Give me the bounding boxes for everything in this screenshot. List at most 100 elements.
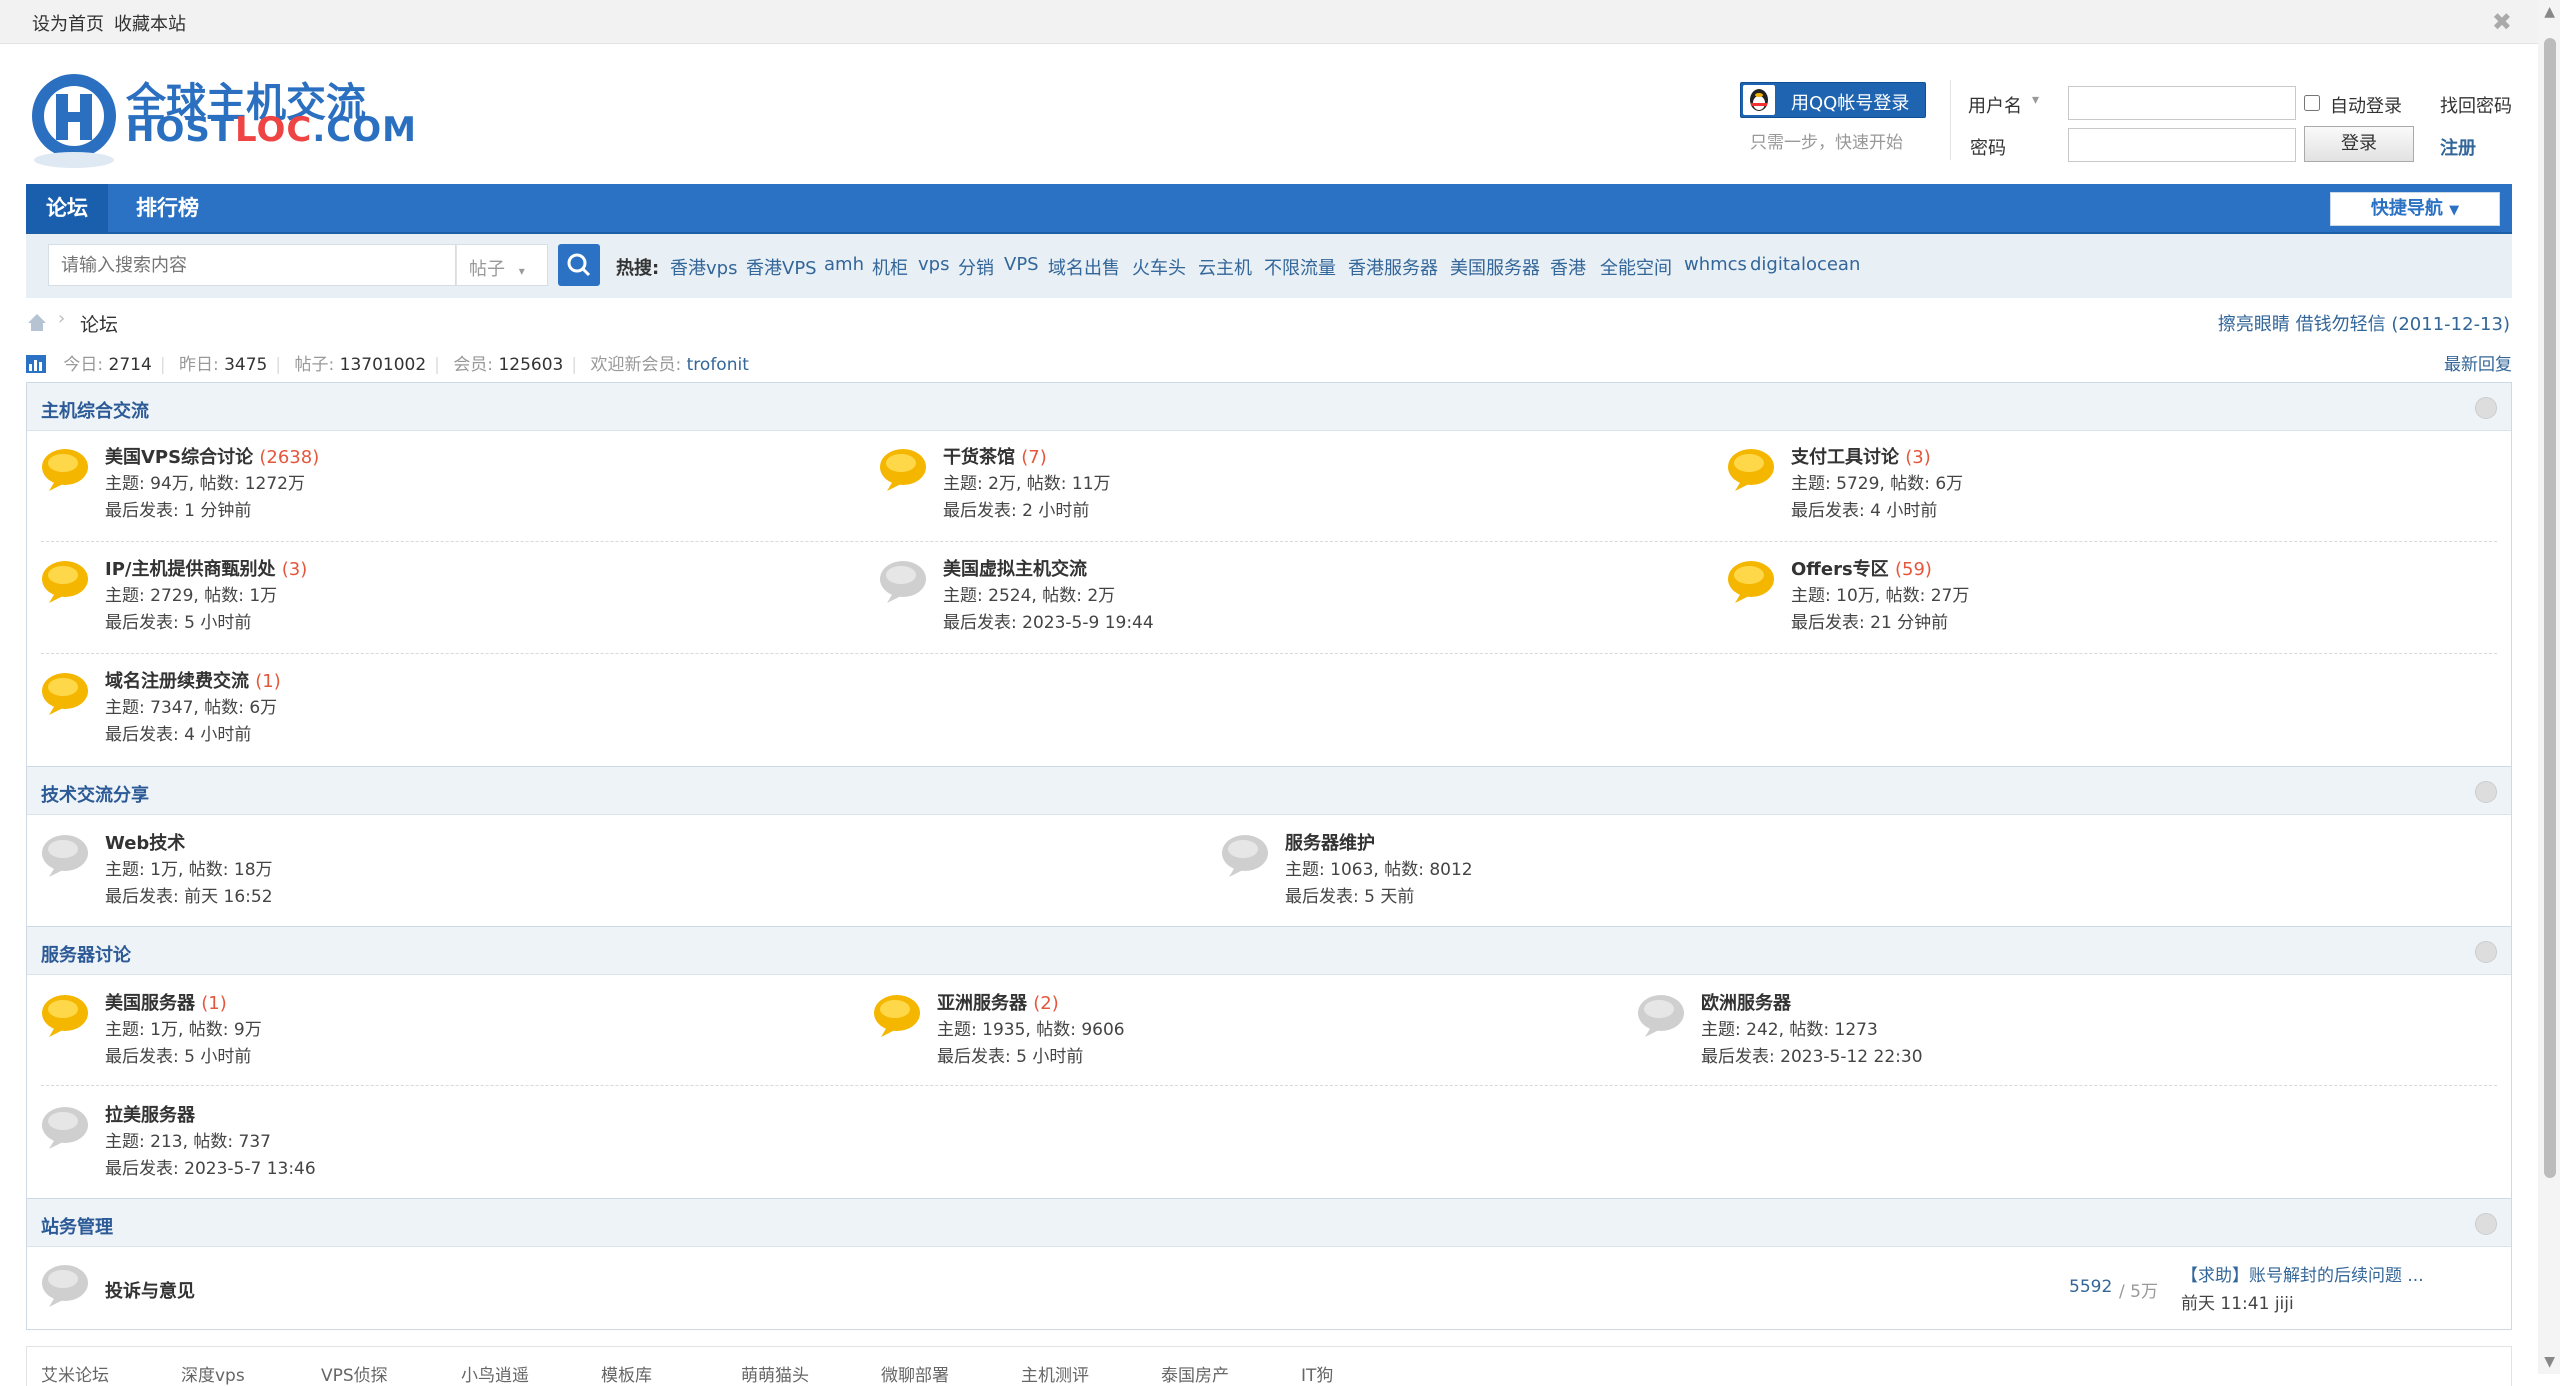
hot-search-link[interactable]: 香港服务器	[1348, 254, 1438, 280]
forum-item[interactable]: 服务器维护 主题: 1063, 帖数: 8012 最后发表: 5 天前	[1221, 829, 1821, 919]
latest-reply-link[interactable]: 最新回复	[2444, 350, 2512, 375]
forum-stats-text: 主题: 1万, 帖数: 9万	[105, 1020, 262, 1040]
collapse-icon[interactable]	[2475, 941, 2497, 963]
forum-stats-text: 主题: 1935, 帖数: 9606	[937, 1020, 1125, 1040]
auto-login-label[interactable]: 自动登录	[2330, 92, 2402, 118]
forum-item[interactable]: 投诉与意见	[41, 1263, 641, 1319]
hot-search-link[interactable]: 香港vps	[670, 254, 737, 280]
forum-last-post: 最后发表: 1 分钟前	[105, 501, 252, 521]
forum-last-post: 最后发表: 2023-5-12 22:30	[1701, 1047, 1923, 1067]
set-home-link[interactable]: 设为首页	[32, 10, 104, 36]
forum-stats-text: 主题: 10万, 帖数: 27万	[1791, 586, 1970, 606]
forum-item[interactable]: 拉美服务器 主题: 213, 帖数: 737 最后发表: 2023-5-7 13…	[41, 1101, 641, 1191]
stats-chart-icon	[26, 355, 46, 373]
forum-item[interactable]: 美国服务器 (1) 主题: 1万, 帖数: 9万 最后发表: 5 小时前	[41, 989, 641, 1079]
row-divider	[41, 541, 2497, 542]
qq-penguin-icon	[1743, 85, 1775, 115]
close-icon[interactable]: ✖	[2492, 8, 2512, 36]
hot-search-link[interactable]: digitalocean	[1750, 254, 1860, 275]
hot-search-link[interactable]: 域名出售	[1048, 254, 1120, 280]
tab-ranking[interactable]: 排行榜	[116, 184, 219, 232]
scrollbar-thumb[interactable]	[2544, 38, 2556, 1178]
section-title[interactable]: 主机综合交流	[41, 397, 149, 423]
forum-last-post: 最后发表: 2023-5-9 19:44	[943, 613, 1154, 633]
chevron-down-icon[interactable]: ▾	[2032, 92, 2039, 108]
hot-search-link[interactable]: 火车头	[1132, 254, 1186, 280]
forum-item[interactable]: Web技术 主题: 1万, 帖数: 18万 最后发表: 前天 16:52	[41, 829, 641, 919]
forum-item[interactable]: 干货茶馆 (7) 主题: 2万, 帖数: 11万 最后发表: 2 小时前	[879, 443, 1479, 533]
hot-search-link[interactable]: vps	[918, 254, 949, 275]
tab-forum[interactable]: 论坛	[26, 184, 108, 232]
hot-search-link[interactable]: 云主机	[1198, 254, 1252, 280]
forum-last-post: 最后发表: 4 小时前	[1791, 501, 1938, 521]
collapse-icon[interactable]	[2475, 397, 2497, 419]
page-scrollbar[interactable]: ▲ ▼	[2538, 0, 2560, 1374]
section-title[interactable]: 站务管理	[41, 1213, 113, 1239]
section-title[interactable]: 技术交流分享	[41, 781, 149, 807]
search-icon	[567, 253, 591, 277]
username-input[interactable]	[2068, 86, 2296, 120]
search-type-select[interactable]: 帖子 ▾	[456, 244, 548, 286]
forum-old-icon	[1638, 995, 1684, 1037]
login-button[interactable]: 登录	[2304, 126, 2414, 162]
hot-search-link[interactable]: whmcs	[1684, 254, 1747, 275]
hot-search-link[interactable]: 美国服务器	[1450, 254, 1540, 280]
forum-section: 站务管理 投诉与意见 5592 / 5万 【求助】账号解封的后续问题 ... 前…	[26, 1198, 2512, 1330]
forum-item[interactable]: 欧洲服务器 主题: 242, 帖数: 1273 最后发表: 2023-5-12 …	[1637, 989, 2237, 1079]
forum-last-post: 最后发表: 4 小时前	[105, 725, 252, 745]
section-header: 站务管理	[27, 1199, 2511, 1247]
auto-login-checkbox[interactable]	[2304, 95, 2320, 111]
register-link[interactable]: 注册	[2440, 134, 2476, 160]
forum-stats-text: 主题: 7347, 帖数: 6万	[105, 698, 278, 718]
collapse-icon[interactable]	[2475, 781, 2497, 803]
forum-section: 主机综合交流 美国VPS综合讨论 (2638) 主题: 94万, 帖数: 127…	[26, 382, 2512, 766]
forum-item[interactable]: IP/主机提供商甄别处 (3) 主题: 2729, 帖数: 1万 最后发表: 5…	[41, 555, 641, 645]
search-bar: 帖子 ▾ 热搜: 香港vps 香港VPS amh 机柜 vps 分销 VPS 域…	[26, 234, 2512, 298]
site-logo[interactable]: 全球主机交流 HOSTLOC.COM	[26, 64, 416, 170]
forum-stats-text: 主题: 1万, 帖数: 18万	[105, 860, 273, 880]
logo-en-text: HOSTLOC.COM	[126, 110, 417, 150]
last-thread-link[interactable]: 【求助】账号解封的后续问题 ...	[2181, 1261, 2424, 1286]
forum-old-icon	[42, 1107, 88, 1149]
search-input[interactable]	[48, 244, 456, 286]
scroll-up-icon[interactable]: ▲	[2544, 4, 2555, 20]
forum-stats-text: 主题: 2万, 帖数: 11万	[943, 474, 1111, 494]
username-label[interactable]: 用户名	[1968, 92, 2022, 118]
forum-item[interactable]: 域名注册续费交流 (1) 主题: 7347, 帖数: 6万 最后发表: 4 小时…	[41, 667, 641, 757]
home-icon[interactable]	[26, 312, 48, 332]
forum-stats-text: 主题: 5729, 帖数: 6万	[1791, 474, 1964, 494]
forum-stats-text: 主题: 2729, 帖数: 1万	[105, 586, 278, 606]
forum-item[interactable]: 支付工具讨论 (3) 主题: 5729, 帖数: 6万 最后发表: 4 小时前	[1727, 443, 2327, 533]
qq-login-button[interactable]: 用QQ帐号登录	[1740, 82, 1926, 118]
forum-stats-text: 主题: 242, 帖数: 1273	[1701, 1020, 1878, 1040]
forum-last-post: 最后发表: 21 分钟前	[1791, 613, 1949, 633]
section-title[interactable]: 服务器讨论	[41, 941, 131, 967]
forum-item[interactable]: 美国虚拟主机交流 主题: 2524, 帖数: 2万 最后发表: 2023-5-9…	[879, 555, 1479, 645]
hot-search-link[interactable]: amh	[824, 254, 864, 275]
forum-thread-count: 5592	[2069, 1277, 2113, 1297]
hot-search-link[interactable]: VPS	[1004, 254, 1039, 275]
bookmark-link[interactable]: 收藏本站	[114, 10, 186, 36]
password-input[interactable]	[2068, 128, 2296, 162]
hot-search-link[interactable]: 香港	[1550, 254, 1586, 280]
breadcrumb-separator-icon: ›	[58, 308, 66, 329]
scroll-down-icon[interactable]: ▼	[2544, 1354, 2555, 1370]
new-member-link[interactable]: trofonit	[687, 355, 749, 375]
hot-search-link[interactable]: 香港VPS	[746, 254, 817, 280]
hot-search-link[interactable]: 机柜	[872, 254, 908, 280]
hot-search-link[interactable]: 分销	[958, 254, 994, 280]
hot-search-link[interactable]: 全能空间	[1600, 254, 1672, 280]
notice-link[interactable]: 擦亮眼睛 借钱勿轻信 (2011-12-13)	[2218, 310, 2510, 336]
forum-new-icon	[42, 449, 88, 491]
find-password-link[interactable]: 找回密码	[2440, 92, 2512, 118]
search-button[interactable]	[558, 244, 600, 286]
collapse-icon[interactable]	[2475, 1213, 2497, 1235]
quick-nav-button[interactable]: 快捷导航 ▼	[2330, 192, 2500, 226]
forum-item[interactable]: Offers专区 (59) 主题: 10万, 帖数: 27万 最后发表: 21 …	[1727, 555, 2327, 645]
forum-item[interactable]: 美国VPS综合讨论 (2638) 主题: 94万, 帖数: 1272万 最后发表…	[41, 443, 641, 533]
forum-item[interactable]: 亚洲服务器 (2) 主题: 1935, 帖数: 9606 最后发表: 5 小时前	[873, 989, 1473, 1079]
top-bar: 设为首页 收藏本站 ✖	[0, 0, 2560, 44]
password-label: 密码	[1970, 138, 2006, 159]
hot-search-link[interactable]: 不限流量	[1264, 254, 1336, 280]
forum-new-icon	[880, 449, 926, 491]
